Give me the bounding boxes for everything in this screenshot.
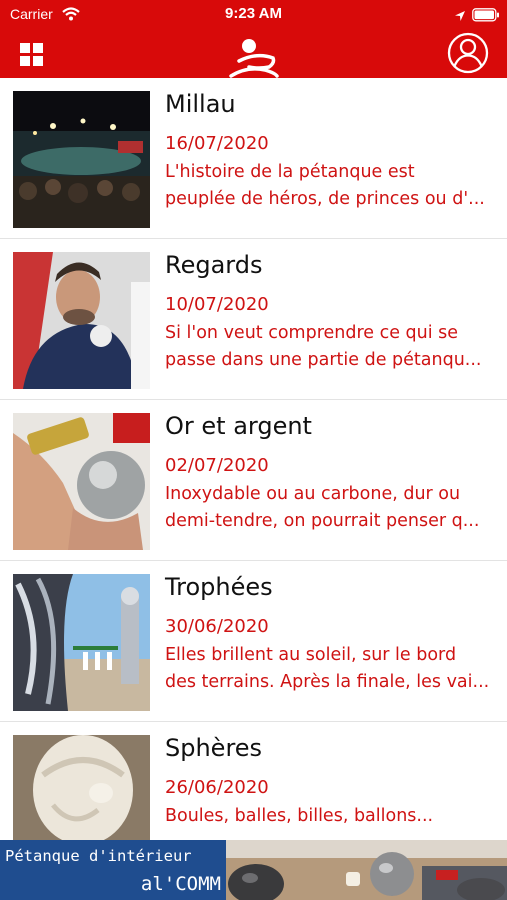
article-excerpt-line: Boules, balles, billes, ballons... <box>165 806 434 826</box>
article-excerpt-line: peuplée de héros, de princes ou d'... <box>165 189 485 209</box>
user-circle-icon <box>447 32 489 74</box>
ad-banner[interactable]: Pétanque d'intérieur al'COMM <box>0 840 507 900</box>
article-date: 30/06/2020 <box>165 616 269 637</box>
status-bar: Carrier 9:23 AM <box>0 0 507 30</box>
article-excerpt: Elles brillent au soleil, sur le bord de… <box>165 642 497 696</box>
article-date: 10/07/2020 <box>165 294 269 315</box>
banner-image <box>226 840 507 900</box>
article-excerpt-line: passe dans une partie de pétanqu... <box>165 350 482 370</box>
article-row[interactable]: Sphères 26/06/2020 Boules, balles, bille… <box>0 722 507 840</box>
article-title: Sphères <box>165 734 263 762</box>
profile-button[interactable] <box>447 32 489 74</box>
article-excerpt-line: Si l'on veut comprendre ce qui se <box>165 323 459 343</box>
grid-icon <box>20 43 43 66</box>
article-row[interactable]: Trophées 30/06/2020 Elles brillent au so… <box>0 561 507 722</box>
article-excerpt: Si l'on veut comprendre ce qui se passe … <box>165 320 497 374</box>
battery-icon <box>472 7 500 26</box>
article-thumbnail <box>13 574 150 711</box>
article-excerpt-line: Elles brillent au soleil, sur le bord <box>165 645 457 665</box>
article-thumbnail <box>13 91 150 228</box>
nav-bar <box>0 30 507 78</box>
article-excerpt-line: Inoxydable ou au carbone, dur ou <box>165 484 461 504</box>
article-thumbnail <box>13 252 150 389</box>
article-row[interactable]: Millau 16/07/2020 L'histoire de la pétan… <box>0 78 507 239</box>
article-row[interactable]: Or et argent 02/07/2020 Inoxydable ou au… <box>0 400 507 561</box>
article-excerpt-line: L'histoire de la pétanque est <box>165 162 415 182</box>
banner-brand: al'COMM <box>140 873 221 895</box>
article-excerpt: Boules, balles, billes, ballons... <box>165 803 497 830</box>
location-arrow-icon <box>454 7 466 26</box>
article-excerpt: Inoxydable ou au carbone, dur ou demi-te… <box>165 481 497 535</box>
article-excerpt: L'histoire de la pétanque est peuplée de… <box>165 159 497 213</box>
petanque-logo-icon <box>225 36 283 82</box>
article-excerpt-line: demi-tendre, on pourrait penser q... <box>165 511 480 531</box>
article-title: Regards <box>165 251 263 279</box>
clock-time: 9:23 AM <box>225 5 282 22</box>
article-thumbnail <box>13 413 150 550</box>
article-excerpt-line: des terrains. Après la finale, les vai..… <box>165 672 490 692</box>
article-date: 02/07/2020 <box>165 455 269 476</box>
article-title: Or et argent <box>165 412 312 440</box>
banner-title: Pétanque d'intérieur <box>5 847 192 865</box>
grid-menu-button[interactable] <box>18 40 46 68</box>
article-date: 26/06/2020 <box>165 777 269 798</box>
article-list[interactable]: Millau 16/07/2020 L'histoire de la pétan… <box>0 78 507 840</box>
banner-text-box: Pétanque d'intérieur al'COMM <box>0 840 226 900</box>
article-thumbnail <box>13 735 150 840</box>
article-title: Millau <box>165 90 236 118</box>
article-title: Trophées <box>165 573 273 601</box>
article-row[interactable]: Regards 10/07/2020 Si l'on veut comprend… <box>0 239 507 400</box>
article-date: 16/07/2020 <box>165 133 269 154</box>
